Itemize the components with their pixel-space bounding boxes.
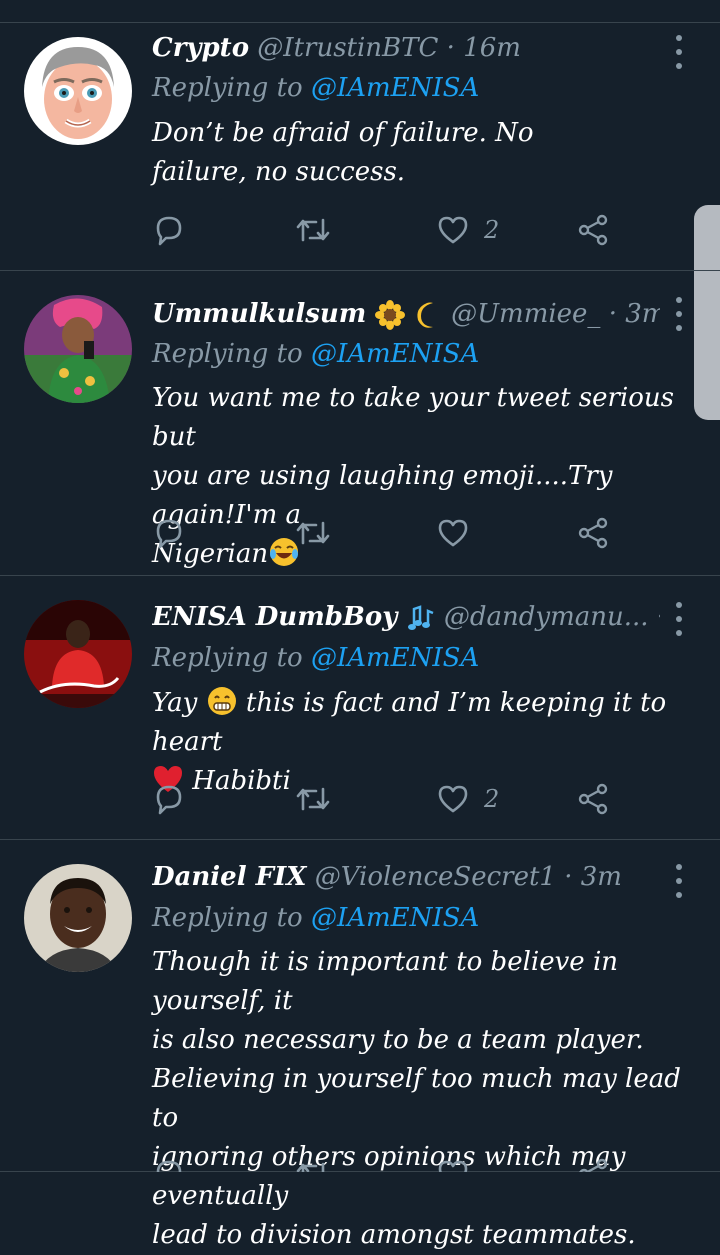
timestamp[interactable]: 16m [463, 33, 521, 63]
replying-to: Replying to @IAmENISA [152, 641, 680, 675]
more-options-icon[interactable] [670, 864, 688, 898]
retweet-icon [296, 787, 330, 811]
avatar[interactable] [24, 295, 132, 403]
like-count: 2 [484, 216, 500, 244]
tweet-actions [152, 513, 622, 553]
user-handle[interactable]: @ItrustinBTC [257, 33, 438, 63]
share-icon [578, 214, 608, 246]
share-icon [578, 783, 608, 815]
tweet-header: ENISA DumbBoy @dandymanu... · 16m [152, 600, 660, 634]
display-name[interactable]: Daniel FIX [152, 862, 306, 892]
tweet-header: Daniel FIX @ViolenceSecret1 · 3m [152, 860, 660, 894]
like-icon [438, 785, 468, 813]
tweet-actions: 2 [152, 779, 622, 819]
share-button[interactable] [576, 210, 610, 250]
reply-icon [156, 216, 182, 246]
tweet-text: Don’t be afraid of failure. No failure, … [152, 118, 534, 187]
reply-mention-link[interactable]: @IAmENISA [311, 903, 479, 933]
timestamp[interactable]: 3m [581, 862, 622, 892]
replying-to: Replying to @IAmENISA [152, 901, 680, 935]
reply-button[interactable] [152, 513, 186, 553]
like-icon [438, 216, 468, 244]
more-options-icon[interactable] [670, 602, 688, 636]
grinning-emoji [207, 687, 236, 715]
reply-icon [156, 1160, 182, 1172]
retweet-icon [296, 521, 330, 545]
tweet-card[interactable]: Crypto @ItrustinBTC · 16m Replying to @I… [0, 23, 720, 271]
tweet-text-line: Believing in yourself too much may lead … [152, 1064, 681, 1133]
tweet-text-line: lead to division amongst teammates. [152, 1220, 636, 1250]
user-handle[interactable]: @ViolenceSecret1 [315, 862, 556, 892]
share-icon [579, 1158, 608, 1172]
user-handle[interactable]: @Ummiee_ [451, 299, 600, 329]
replying-to-label: Replying to [152, 73, 303, 103]
tweet-header: Crypto @ItrustinBTC · 16m [152, 31, 660, 65]
replying-to: Replying to @IAmENISA [152, 71, 680, 105]
tweet-text-fragment: Yay [152, 688, 198, 718]
tweet-text: Though it is important to believe in you… [152, 943, 700, 1255]
separator-dot: · [564, 862, 573, 892]
tweet-text-line: Though it is important to believe in you… [152, 947, 619, 1016]
retweet-button[interactable] [294, 779, 332, 819]
reply-icon [156, 519, 182, 549]
reply-mention-link[interactable]: @IAmENISA [311, 339, 479, 369]
reply-button[interactable] [152, 1154, 186, 1172]
reply-button[interactable] [152, 779, 186, 819]
reply-button[interactable] [152, 210, 186, 250]
retweet-button[interactable] [294, 1154, 332, 1172]
sunflower-emoji [374, 300, 405, 330]
cartoon-man-avatar [24, 37, 132, 145]
replying-to-label: Replying to [152, 903, 303, 933]
tweet-text-line: You want me to take your tweet serious b… [152, 383, 674, 452]
avatar[interactable] [24, 864, 132, 972]
more-options-icon[interactable] [670, 35, 688, 69]
retweet-button[interactable] [294, 513, 332, 553]
moon-emoji [417, 302, 433, 328]
like-icon [438, 519, 468, 547]
like-button[interactable] [436, 1154, 484, 1172]
tweet-card[interactable]: Ummulkulsum @Ummiee_ · 3m Replying to @I… [0, 271, 720, 576]
retweet-icon [296, 1162, 325, 1172]
share-icon [578, 517, 608, 549]
tweet-header: Ummulkulsum @Ummiee_ · 3m [152, 297, 660, 331]
share-button[interactable] [576, 1154, 610, 1172]
retweet-button[interactable] [294, 210, 332, 250]
like-button[interactable] [436, 513, 484, 553]
more-options-icon[interactable] [670, 297, 688, 331]
like-button[interactable]: 2 [436, 779, 499, 819]
display-name[interactable]: ENISA DumbBoy [152, 602, 397, 632]
timestamp[interactable]: 3m [625, 299, 660, 329]
separator-dot: · [657, 602, 660, 632]
like-icon [438, 1160, 468, 1172]
woman-photo-avatar [24, 295, 132, 403]
avatar[interactable] [24, 37, 132, 145]
user-handle[interactable]: @dandymanu... [444, 602, 649, 632]
replying-to-label: Replying to [152, 339, 303, 369]
retweet-icon [296, 218, 330, 242]
like-button[interactable]: 2 [436, 210, 499, 250]
share-button[interactable] [576, 513, 610, 553]
tweet-card[interactable]: ENISA DumbBoy @dandymanu... · 16m Replyi… [0, 576, 720, 840]
avatar[interactable] [24, 600, 132, 708]
tweet-actions: 2 [152, 210, 622, 250]
replying-to: Replying to @IAmENISA [152, 337, 680, 371]
reply-mention-link[interactable]: @IAmENISA [311, 73, 479, 103]
music-notes-emoji [407, 605, 434, 630]
like-count: 2 [484, 785, 500, 813]
share-button[interactable] [576, 779, 610, 819]
man-photo-avatar [24, 864, 132, 972]
tweet-text-line: ignoring others opinions which may event… [152, 1142, 626, 1211]
separator-dot: · [608, 299, 617, 329]
display-name[interactable]: Ummulkulsum [152, 299, 366, 329]
separator-dot: · [446, 33, 455, 63]
replying-to-label: Replying to [152, 643, 303, 673]
display-name[interactable]: Crypto [152, 33, 249, 63]
red-photo-avatar [24, 600, 132, 708]
reply-mention-link[interactable]: @IAmENISA [311, 643, 479, 673]
tweet-text-line: is also necessary to be a team player. [152, 1025, 644, 1055]
reply-icon [156, 785, 182, 815]
tweet-card[interactable]: Daniel FIX @ViolenceSecret1 · 3m Replyin… [0, 840, 720, 1250]
tweet-text-line: Yay this is fact and I’m keeping it to h… [152, 684, 690, 762]
tweet-actions [152, 1154, 622, 1172]
